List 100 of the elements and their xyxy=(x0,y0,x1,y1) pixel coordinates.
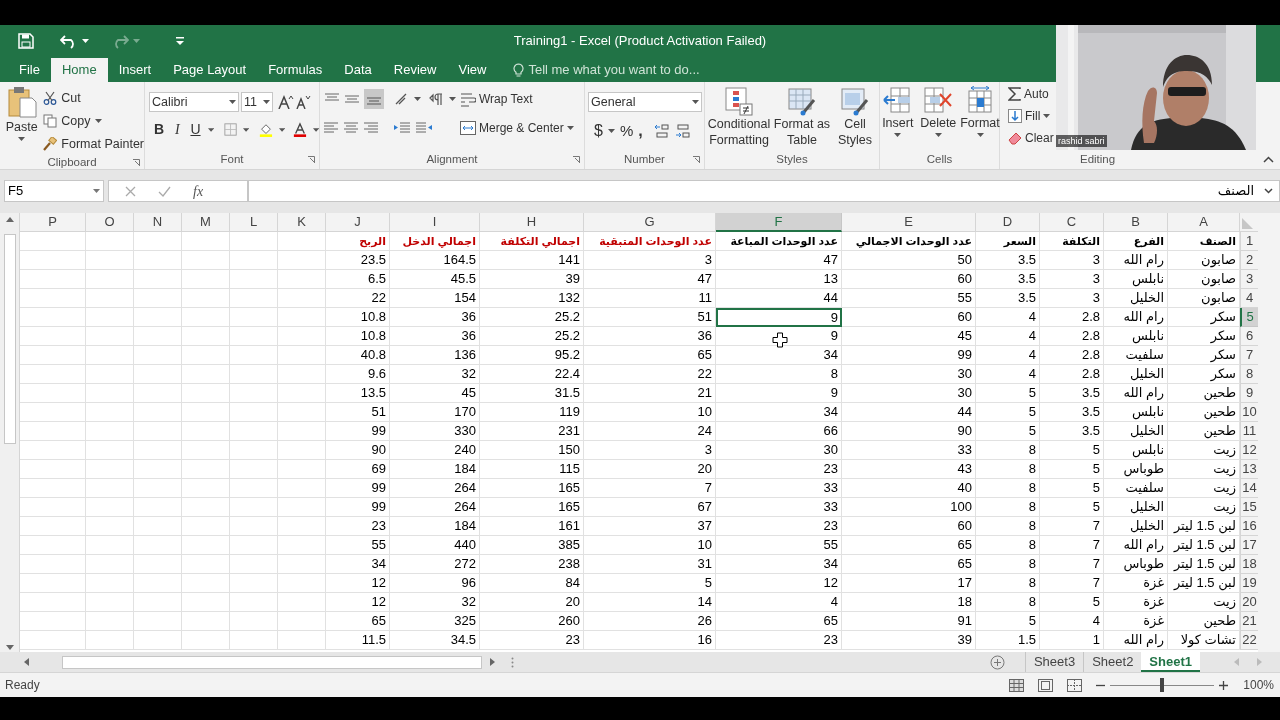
column-header[interactable]: I xyxy=(390,213,480,232)
clear-button[interactable]: Clear xyxy=(1008,128,1054,148)
comma-button[interactable]: , xyxy=(638,119,643,143)
format-button[interactable]: Format xyxy=(961,86,999,151)
format-as-table-button[interactable]: Format as Table xyxy=(773,86,831,151)
increase-indent-icon[interactable] xyxy=(416,121,432,135)
column-header[interactable]: K xyxy=(278,213,326,232)
row-header[interactable]: 2 xyxy=(1240,251,1258,270)
column-header[interactable]: A xyxy=(1168,213,1240,232)
font-color-icon[interactable] xyxy=(292,121,307,138)
decrease-decimal-icon[interactable] xyxy=(674,124,691,138)
scrollbar-thumb[interactable] xyxy=(3,234,16,444)
ribbon-tab[interactable]: Insert xyxy=(107,58,163,82)
caret-icon[interactable] xyxy=(312,127,320,132)
underline-button[interactable]: U xyxy=(189,119,202,140)
tell-me-field[interactable]: Tell me what you want to do... xyxy=(528,60,729,80)
row-header[interactable]: 13 xyxy=(1240,460,1258,479)
insert-button[interactable]: Insert xyxy=(880,86,916,151)
caret-icon[interactable] xyxy=(414,97,421,101)
row-header[interactable]: 7 xyxy=(1240,346,1258,365)
scroll-up-icon[interactable] xyxy=(5,217,14,222)
ribbon-tab[interactable]: View xyxy=(447,58,498,82)
column-header[interactable]: M xyxy=(182,213,230,232)
zoom-slider[interactable] xyxy=(1110,678,1215,692)
caret-icon[interactable] xyxy=(449,97,456,101)
decrease-indent-icon[interactable] xyxy=(394,121,410,135)
row-header[interactable]: 4 xyxy=(1240,289,1258,308)
row-header[interactable]: 6 xyxy=(1240,327,1258,346)
ribbon-tab[interactable]: Data xyxy=(333,58,383,82)
fill-color-icon[interactable] xyxy=(258,121,273,138)
horizontal-scrollbar-thumb[interactable] xyxy=(62,655,482,669)
italic-button[interactable]: I xyxy=(171,119,184,140)
currency-button[interactable]: $ xyxy=(594,119,603,143)
page-layout-view-icon[interactable] xyxy=(1038,678,1054,692)
ribbon-tab[interactable]: File xyxy=(8,58,51,82)
scroll-down-icon[interactable] xyxy=(5,645,14,650)
zoom-slider-thumb[interactable] xyxy=(1160,678,1165,692)
scroll-right-icon[interactable] xyxy=(490,658,495,666)
row-header[interactable]: 3 xyxy=(1240,270,1258,289)
dialog-launcher-icon[interactable] xyxy=(693,156,700,163)
bold-button[interactable]: B xyxy=(153,119,166,140)
row-header[interactable]: 5 xyxy=(1240,308,1258,327)
grow-font-icon[interactable] xyxy=(278,95,294,109)
sheet-tab[interactable]: Sheet1 xyxy=(1141,652,1200,672)
zoom-level[interactable]: 100% xyxy=(1243,676,1274,694)
caret-icon[interactable] xyxy=(207,127,214,132)
row-header[interactable]: 12 xyxy=(1240,441,1258,460)
row-header[interactable]: 15 xyxy=(1240,498,1258,517)
wrap-text-button[interactable]: Wrap Text xyxy=(460,88,574,110)
ribbon-tab[interactable]: Home xyxy=(50,58,108,82)
conditional-formatting-button[interactable]: Conditional Formatting xyxy=(707,86,771,151)
ribbon-tab[interactable]: Page Layout xyxy=(162,58,258,82)
ribbon-tab[interactable]: Review xyxy=(382,58,448,82)
collapse-ribbon-icon[interactable] xyxy=(1263,156,1274,163)
row-header[interactable]: 20 xyxy=(1240,593,1258,612)
row-header[interactable]: 17 xyxy=(1240,536,1258,555)
normal-view-icon[interactable] xyxy=(1009,678,1025,692)
caret-icon[interactable] xyxy=(607,129,615,133)
font-name-dropdown[interactable]: Calibri xyxy=(149,92,239,112)
formula-input[interactable]: الصنف xyxy=(248,180,1280,202)
row-header[interactable]: 16 xyxy=(1240,517,1258,536)
column-header[interactable]: H xyxy=(480,213,584,232)
caret-icon[interactable] xyxy=(82,39,89,43)
delete-button[interactable]: Delete xyxy=(919,86,957,151)
ribbon-tab[interactable]: Formulas xyxy=(257,58,334,82)
format-painter-button[interactable]: Format Painter xyxy=(43,134,144,154)
autosum-button[interactable]: Auto xyxy=(1008,84,1049,104)
text-direction-icon[interactable] xyxy=(429,92,445,106)
copy-button[interactable]: Copy xyxy=(43,111,144,131)
dialog-launcher-icon[interactable] xyxy=(573,156,580,163)
column-header[interactable]: G xyxy=(584,213,716,232)
column-header[interactable]: C xyxy=(1040,213,1104,232)
save-icon[interactable] xyxy=(18,33,34,49)
row-header[interactable]: 9 xyxy=(1240,384,1258,403)
caret-icon[interactable] xyxy=(242,127,249,132)
shrink-font-icon[interactable] xyxy=(296,95,311,109)
expand-icon[interactable] xyxy=(1264,188,1273,194)
scroll-left-icon[interactable] xyxy=(24,658,29,666)
fill-button[interactable]: Fill xyxy=(1008,106,1051,126)
column-header[interactable]: D xyxy=(976,213,1040,232)
column-header[interactable]: F xyxy=(716,213,842,232)
dialog-launcher-icon[interactable] xyxy=(308,156,315,163)
column-header[interactable]: B xyxy=(1104,213,1168,232)
merge-center-button[interactable]: Merge & Center xyxy=(460,118,574,138)
row-header[interactable]: 11 xyxy=(1240,422,1258,441)
number-format-dropdown[interactable]: General xyxy=(588,92,702,112)
row-header[interactable]: 14 xyxy=(1240,479,1258,498)
paste-button[interactable]: Paste xyxy=(4,86,40,154)
column-header[interactable]: N xyxy=(134,213,182,232)
column-header[interactable]: P xyxy=(20,213,86,232)
name-box[interactable]: F5 xyxy=(4,180,104,202)
column-header[interactable]: J xyxy=(326,213,390,232)
row-header[interactable]: 18 xyxy=(1240,555,1258,574)
row-header[interactable]: 21 xyxy=(1240,612,1258,631)
customize-toolbar-icon[interactable] xyxy=(176,37,184,45)
zoom-in-icon[interactable] xyxy=(1219,680,1229,690)
dialog-launcher-icon[interactable] xyxy=(133,159,140,166)
row-header[interactable]: 8 xyxy=(1240,365,1258,384)
insert-function-button[interactable]: fx xyxy=(193,180,204,202)
caret-icon[interactable] xyxy=(278,127,285,132)
